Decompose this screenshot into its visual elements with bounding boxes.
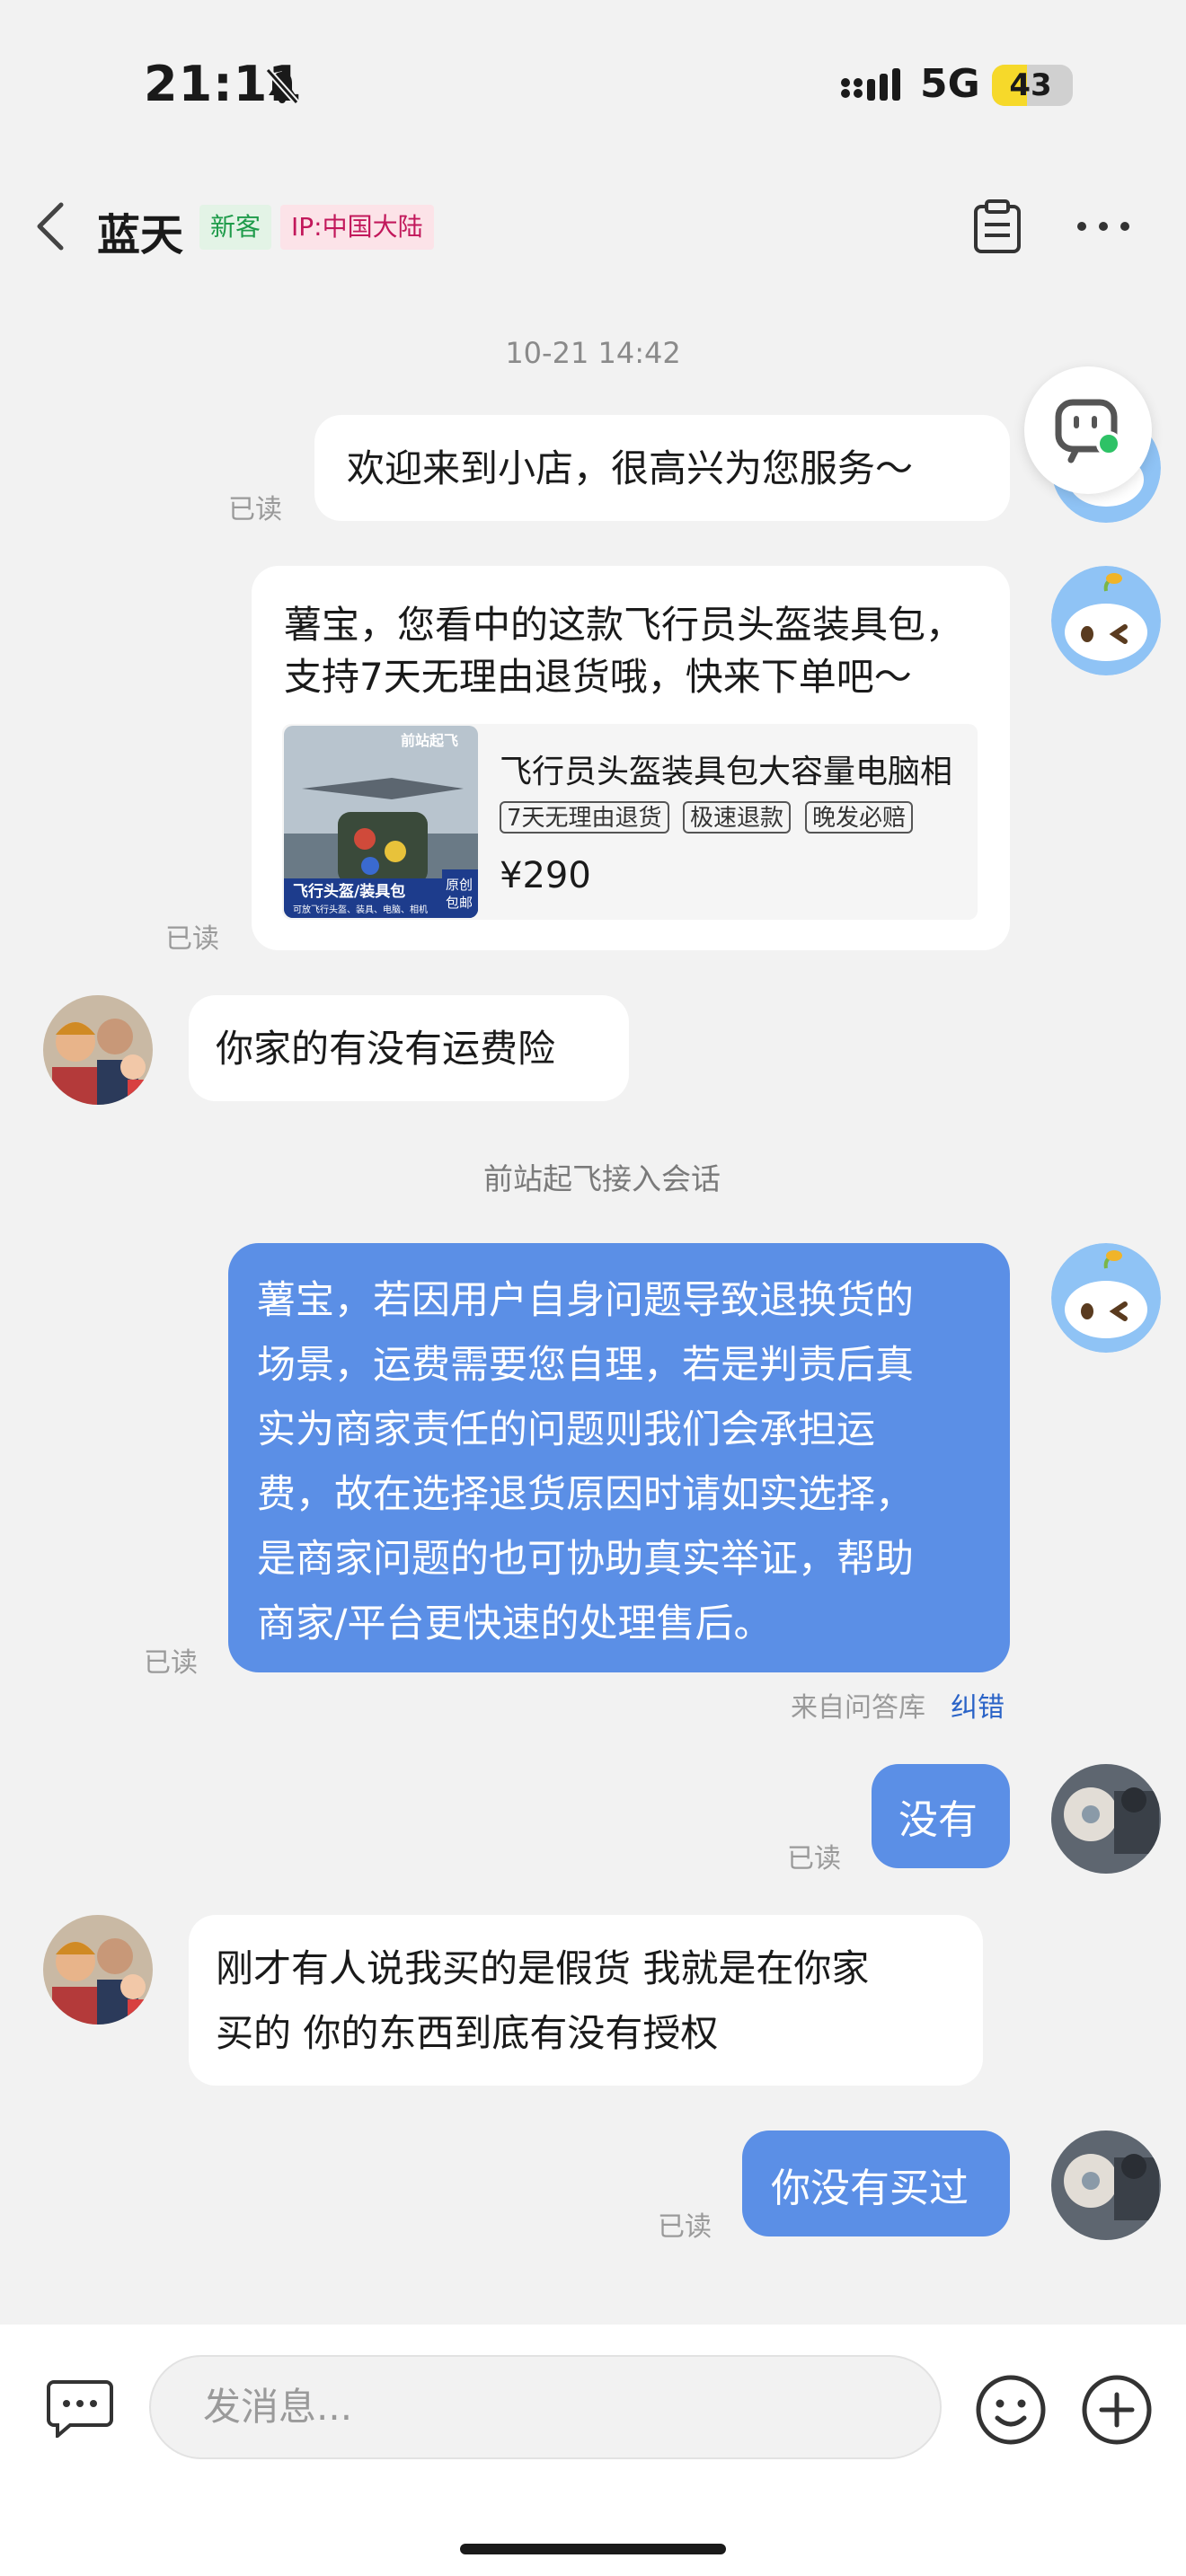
agent-avatar [1051,1764,1161,1874]
auto-reply-line: 费，故在选择退货原因时请如实选择， [257,1472,914,1517]
read-receipt: 已读 [144,1647,198,1679]
product-image[interactable]: 飞行头盔/装具包 可放飞行头盔、装具、电脑、相机 前站起飞 原创 包邮 [284,726,478,918]
bell-slash-icon [265,67,299,105]
reply-source: 来自问答库 [791,1692,925,1724]
agent-message-text: 你没有买过 [771,2166,969,2211]
customer-avatar[interactable] [43,1915,153,2025]
product-badge: 晚发必赔 [805,801,914,834]
back-icon[interactable] [32,199,68,253]
product-title: 飞行员头盔装具包大容量电脑相 [500,754,953,790]
auto-reply-line: 实为商家责任的问题则我们会承担运 [257,1407,875,1452]
message-text: 欢迎来到小店，很高兴为您服务～ [347,446,914,490]
customer-message-text: 刚才有人说我买的是假货 我就是在你家 买的 你的东西到底有没有授权 [216,1936,869,2066]
battery-level: 43 [1009,67,1052,103]
product-price: ¥290 [500,855,591,896]
product-image-caption: 飞行头盔/装具包 [293,882,405,901]
system-message: 前站起飞接入会话 [483,1161,721,1196]
agent-message-text: 没有 [898,1797,978,1843]
new-customer-tag: 新客 [199,205,272,250]
shop-avatar [1051,1243,1161,1353]
battery-indicator: 43 [992,65,1073,106]
emoji-icon[interactable] [974,2373,1048,2447]
read-receipt: 已读 [165,923,219,955]
product-badge: 7天无理由退货 [500,801,669,834]
network-type: 5G [920,61,980,107]
card-text-line: 支持7天无理由退货哦，快来下单吧～ [284,655,912,699]
auto-reply-text: 薯宝，若因用户自身问题导致退换货的 场景，运费需要您自理，若是判责后真 实为商家… [257,1268,999,1656]
svg-text:原创: 原创 [446,877,473,893]
contact-name: 蓝天 [97,210,184,260]
correct-link[interactable]: 纠错 [951,1685,1005,1725]
more-icon[interactable] [1075,217,1132,235]
plus-icon[interactable] [1080,2373,1154,2447]
message-input[interactable]: 发消息... [149,2355,942,2459]
auto-reply-line: 商家/平台更快速的处理售后。 [257,1601,773,1646]
customer-avatar[interactable] [43,995,153,1105]
assistant-bot-button[interactable] [1024,366,1152,494]
read-receipt: 已读 [228,494,282,525]
document-icon[interactable] [970,199,1024,255]
customer-message-text: 你家的有没有运费险 [216,1027,556,1071]
product-badge: 极速退款 [683,801,792,834]
read-receipt: 已读 [787,1843,841,1875]
read-receipt: 已读 [658,2211,712,2243]
bot-icon [1055,399,1121,463]
ip-location-tag: IP:中国大陆 [280,205,434,250]
svg-text:包邮: 包邮 [446,895,473,911]
shop-avatar [1051,566,1161,675]
product-image-subcaption: 可放飞行头盔、装具、电脑、相机 [293,904,428,915]
chat-timestamp: 10-21 14:42 [505,336,681,370]
product-image-brand: 前站起飞 [401,732,458,749]
auto-reply-line: 薯宝，若因用户自身问题导致退换货的 [257,1278,914,1323]
auto-reply-line: 场景，运费需要您自理，若是判责后真 [257,1343,914,1388]
auto-reply-line: 是商家问题的也可协助真实举证，帮助 [257,1537,914,1582]
signal-icon [841,68,900,101]
agent-avatar [1051,2130,1161,2240]
customer-message-line: 刚才有人说我买的是假货 我就是在你家 [216,1946,870,1990]
chat-icon[interactable] [47,2378,113,2438]
customer-message-line: 买的 你的东西到底有没有授权 [216,2011,719,2055]
home-indicator[interactable] [460,2544,726,2554]
